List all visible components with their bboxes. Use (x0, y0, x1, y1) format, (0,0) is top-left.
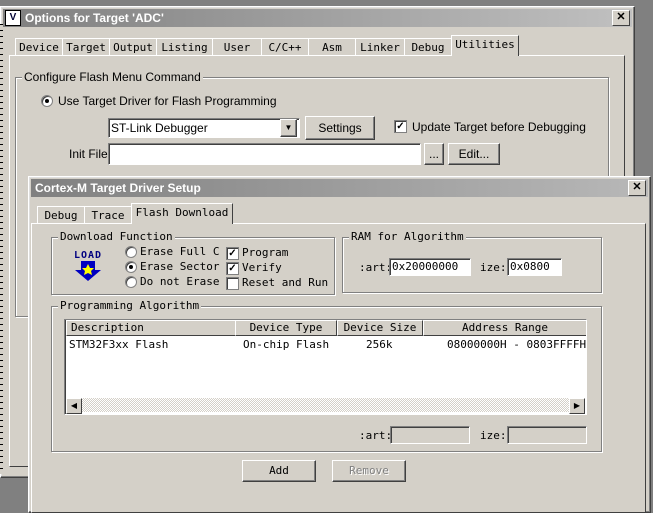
ram-size-value: 0x0800 (510, 260, 550, 273)
ram-for-algorithm-title: RAM for Algorithm (349, 230, 466, 243)
init-file-label: Init File: (69, 147, 112, 161)
reset-and-run-label: Reset and Run (242, 276, 329, 289)
tab-utilities[interactable]: Utilities (451, 35, 519, 56)
tab-linker[interactable]: Linker (355, 38, 405, 56)
ram-size-input[interactable]: 0x0800 (507, 258, 562, 276)
table-row[interactable]: STM32F3xx Flash On-chip Flash 256k 08000… (65, 338, 587, 352)
do-not-erase-label: Do not Erase (140, 275, 220, 288)
driver-close-button[interactable]: ✕ (628, 180, 646, 196)
settings-button[interactable]: Settings (305, 116, 375, 140)
options-window-titlebar[interactable]: V Options for Target 'ADC' ✕ (3, 9, 632, 27)
tab-cpp[interactable]: C/C++ (261, 38, 309, 56)
column-device-type[interactable]: Device Type (235, 320, 337, 336)
program-checkbox[interactable]: ✓ (226, 247, 239, 260)
tab-trace[interactable]: Trace (84, 206, 132, 224)
options-window-title: Options for Target 'ADC' (25, 11, 164, 25)
update-target-checkbox[interactable]: ✓ (394, 120, 407, 133)
tab-user[interactable]: User (212, 38, 262, 56)
use-target-driver-label: Use Target Driver for Flash Programming (58, 94, 277, 108)
ram-start-value: 0x20000000 (392, 260, 459, 273)
browse-button[interactable]: ... (424, 143, 444, 165)
configure-flash-title: Configure Flash Menu Command (22, 70, 203, 84)
ram-start-label: :art: (359, 261, 393, 274)
remove-button: Remove (332, 460, 406, 482)
erase-sectors-radio[interactable] (125, 261, 137, 273)
column-address-range[interactable]: Address Range (423, 320, 586, 336)
programming-algorithm-title: Programming Algorithm (58, 299, 202, 312)
tab-debug-driver[interactable]: Debug (37, 206, 85, 224)
edit-button[interactable]: Edit... (448, 143, 500, 165)
horizontal-scrollbar[interactable]: ◀ ▶ (66, 398, 585, 414)
erase-full-chip-label: Erase Full C (140, 245, 220, 258)
algorithm-list[interactable]: Description Device Type Device Size Addr… (64, 319, 587, 415)
use-target-driver-radio[interactable] (41, 95, 53, 107)
driver-window-title: Cortex-M Target Driver Setup (35, 181, 201, 195)
cortex-m-driver-setup-window: Cortex-M Target Driver Setup ✕ Debug Tra… (28, 176, 651, 513)
algorithm-start-input[interactable] (390, 426, 470, 444)
verify-checkbox[interactable]: ✓ (226, 262, 239, 275)
reset-and-run-checkbox[interactable] (226, 277, 239, 290)
tab-flash-download[interactable]: Flash Download (131, 203, 233, 224)
options-close-button[interactable]: ✕ (612, 10, 630, 26)
tab-target[interactable]: Target (62, 38, 110, 56)
ram-start-input[interactable]: 0x20000000 (389, 258, 471, 276)
download-function-title: Download Function (58, 230, 175, 243)
column-description[interactable]: Description (66, 320, 236, 336)
erase-full-chip-radio[interactable] (125, 246, 137, 258)
row-device-type: On-chip Flash (243, 338, 330, 351)
download-arrow-icon (75, 261, 101, 281)
verify-label: Verify (242, 261, 282, 274)
tab-listing[interactable]: Listing (156, 38, 213, 56)
column-device-size[interactable]: Device Size (337, 320, 423, 336)
load-icon-text: LOAD (73, 250, 103, 261)
driver-window-titlebar[interactable]: Cortex-M Target Driver Setup ✕ (31, 179, 648, 197)
driver-select-value: ST-Link Debugger (111, 121, 208, 135)
row-address-range: 08000000H - 0803FFFFH (447, 338, 587, 351)
row-device-size: 256k (366, 338, 393, 351)
driver-select[interactable]: ST-Link Debugger (108, 118, 300, 138)
row-description: STM32F3xx Flash (69, 338, 169, 351)
tab-debug[interactable]: Debug (404, 38, 452, 56)
driver-select-dropdown-button[interactable]: ▼ (280, 119, 297, 137)
load-icon: LOAD (71, 250, 105, 284)
program-label: Program (242, 246, 289, 259)
keil-app-icon: V (5, 10, 21, 26)
algorithm-start-label: :art: (359, 429, 393, 442)
tab-output[interactable]: Output (109, 38, 157, 56)
background-editor-edge (0, 24, 3, 474)
algorithm-size-label: ize: (480, 429, 507, 442)
add-button[interactable]: Add (242, 460, 316, 482)
do-not-erase-radio[interactable] (125, 276, 137, 288)
chevron-down-icon: ▼ (284, 123, 293, 132)
scroll-left-button[interactable]: ◀ (66, 398, 82, 414)
tab-asm[interactable]: Asm (308, 38, 356, 56)
update-target-label: Update Target before Debugging (412, 120, 586, 134)
algorithm-size-input[interactable] (507, 426, 587, 444)
scroll-right-button[interactable]: ▶ (569, 398, 585, 414)
init-file-input[interactable] (108, 143, 421, 165)
erase-sectors-label: Erase Sector (140, 260, 220, 273)
tab-device[interactable]: Device (15, 38, 63, 56)
ram-size-label: ize: (480, 261, 507, 274)
